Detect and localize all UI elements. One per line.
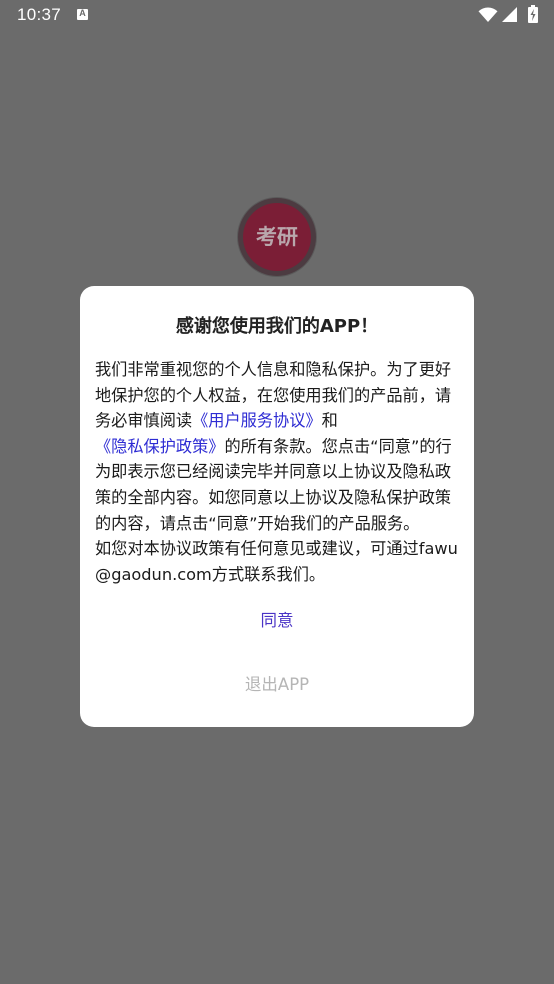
dialog-body: 我们非常重视您的个人信息和隐私保护。为了更好地保护您的个人权益，在您使用我们的产… — [95, 357, 461, 587]
app-logo-text: 考研 — [243, 203, 311, 271]
a-letter-icon: A — [77, 8, 88, 20]
notification-letter: A — [79, 8, 86, 18]
body-text-2: 和 — [321, 411, 338, 431]
exit-app-button[interactable]: 退出APP — [217, 670, 337, 700]
app-logo: 考研 — [238, 198, 316, 276]
body-text-4: 如您对本协议政策有任何意见或建议，可通过fawu@gaodun.com方式联系我… — [95, 539, 458, 584]
privacy-dialog: 感谢您使用我们的APP！ 我们非常重视您的个人信息和隐私保护。为了更好地保护您的… — [80, 286, 474, 727]
agree-button[interactable]: 同意 — [227, 606, 327, 636]
battery-icon — [528, 5, 538, 23]
status-time: 10:37 — [17, 5, 62, 24]
status-bar: 10:37 A — [0, 0, 554, 32]
signal-icon — [502, 7, 517, 22]
dialog-title: 感谢您使用我们的APP！ — [175, 316, 379, 337]
user-agreement-link[interactable]: 《用户服务协议》 — [192, 411, 322, 430]
privacy-policy-link[interactable]: 《隐私保护政策》 — [95, 437, 225, 456]
wifi-icon — [478, 7, 498, 23]
